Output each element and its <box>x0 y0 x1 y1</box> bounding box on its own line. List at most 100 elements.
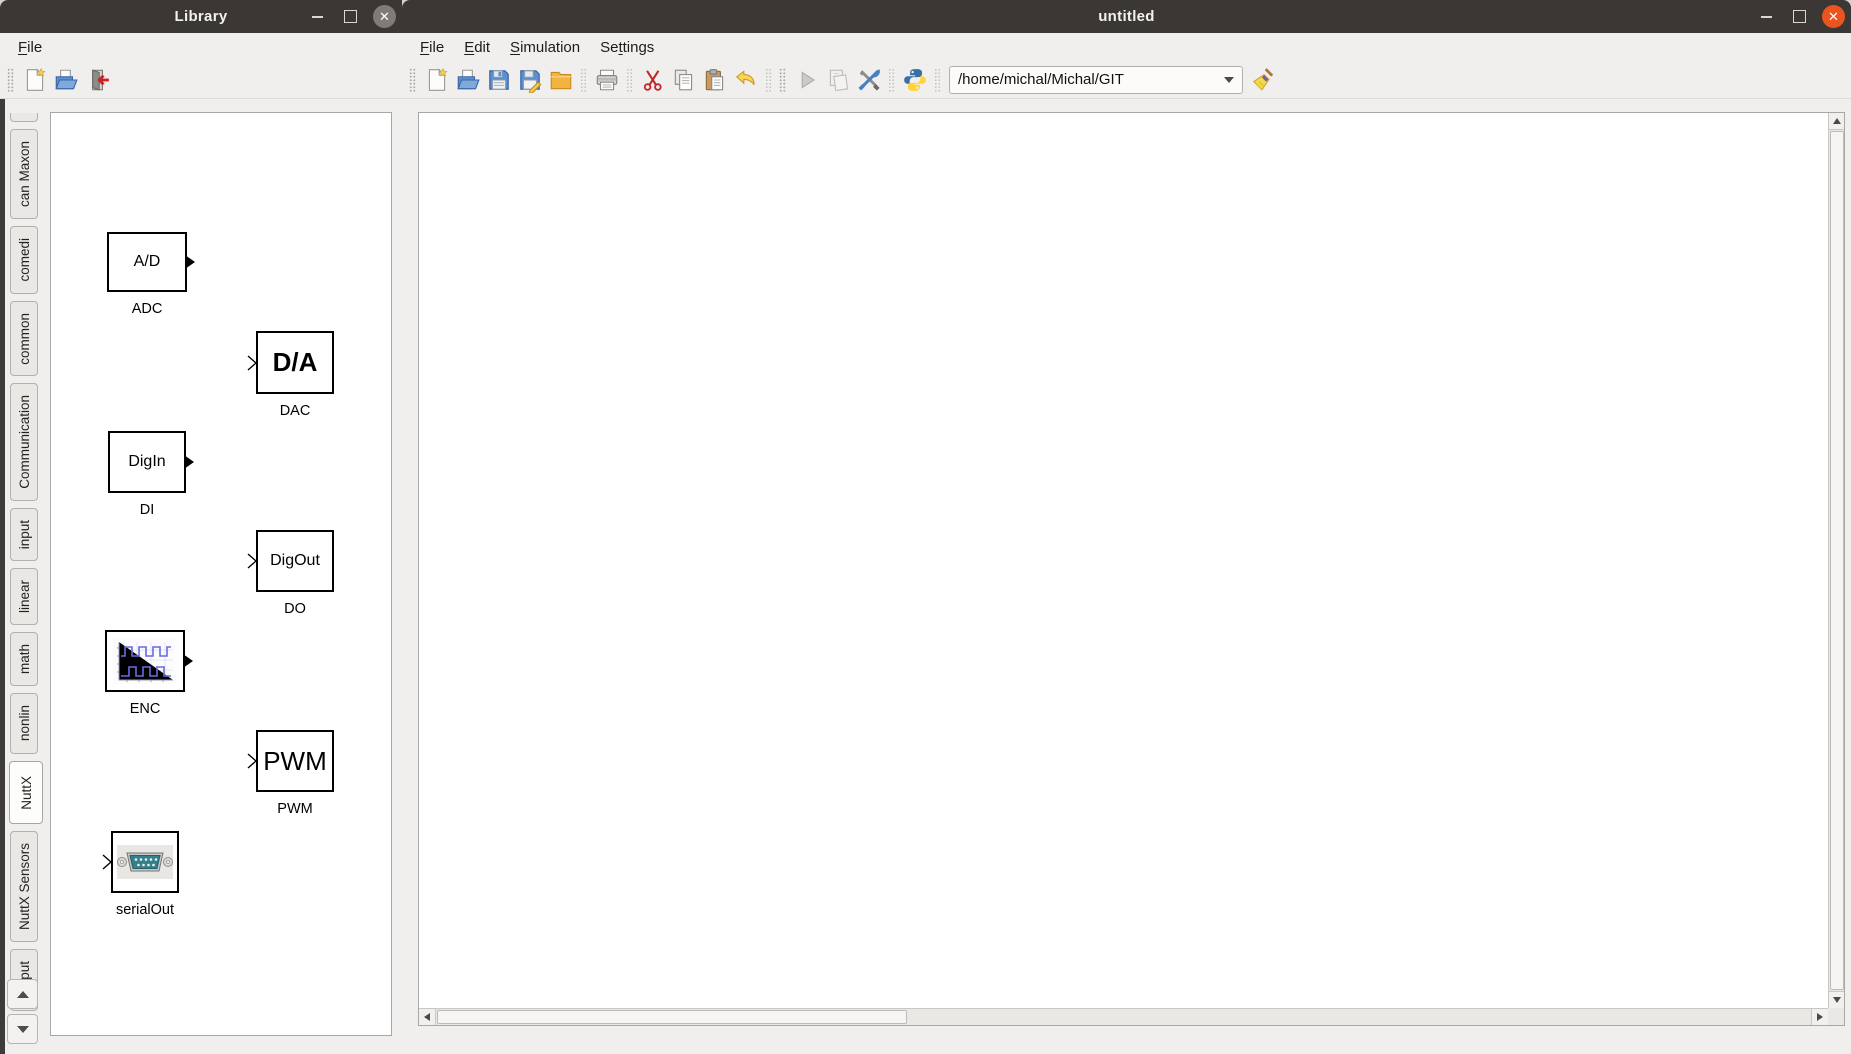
menu-item-simulation[interactable]: Simulation <box>500 36 590 59</box>
tab-clipped-stub <box>10 113 38 122</box>
vertical-scrollbar[interactable] <box>1828 113 1844 1008</box>
tab-can-maxon[interactable]: can Maxon <box>10 129 38 219</box>
db9-connector-icon <box>117 845 173 879</box>
open-folder-blue-icon <box>53 67 79 93</box>
vertical-scroll-thumb[interactable] <box>1830 131 1844 990</box>
block-pwm[interactable]: PWM PWM <box>256 730 334 792</box>
new-file-button[interactable] <box>421 64 452 95</box>
editor-window-title: untitled <box>1098 8 1155 25</box>
tab-linear[interactable]: linear <box>10 568 38 625</box>
floppy-save-as-icon <box>517 67 543 93</box>
python-shell-button[interactable] <box>899 64 930 95</box>
maximize-button[interactable] <box>1789 7 1809 27</box>
block-label: serialOut <box>116 902 174 918</box>
block-rect <box>105 630 185 692</box>
tab-nuttx[interactable]: NuttX <box>9 761 43 825</box>
save-button[interactable] <box>483 64 514 95</box>
block-adc[interactable]: A/D ADC <box>107 232 187 292</box>
tab-scroll-up-button[interactable] <box>7 979 38 1009</box>
tools-button[interactable] <box>853 64 884 95</box>
triangle-down-icon <box>1833 997 1841 1003</box>
block-label: ADC <box>132 301 163 317</box>
block-enc[interactable]: ENC <box>105 630 185 692</box>
working-directory-combobox[interactable]: /home/michal/Michal/GIT <box>949 66 1243 94</box>
menu-item-file[interactable]: File <box>410 36 454 59</box>
tab-math[interactable]: math <box>10 632 38 686</box>
paste-button[interactable] <box>699 64 730 95</box>
library-window-title: Library <box>175 8 228 25</box>
block-rect: D/A <box>256 331 334 394</box>
save-as-button[interactable] <box>514 64 545 95</box>
block-serialout[interactable]: serialOut <box>111 831 179 893</box>
input-port-icon <box>247 753 257 769</box>
menu-item-file[interactable]: File <box>8 36 52 59</box>
new-file-button[interactable] <box>19 64 50 95</box>
undo-button[interactable] <box>730 64 761 95</box>
copy-button[interactable] <box>668 64 699 95</box>
close-button[interactable]: ✕ <box>1822 5 1845 28</box>
chevron-down-icon <box>1224 77 1234 83</box>
exit-door-icon <box>84 67 110 93</box>
open-library-button[interactable] <box>50 64 81 95</box>
tab-nonlin[interactable]: nonlin <box>10 693 38 753</box>
block-rect: PWM <box>256 730 334 792</box>
tab-scroll-down-button[interactable] <box>7 1014 38 1044</box>
close-button[interactable]: ✕ <box>373 5 396 28</box>
diagram-canvas[interactable] <box>419 113 1828 1008</box>
block-digout[interactable]: DigOut DO <box>256 530 334 592</box>
encoder-waveform-icon <box>113 638 177 684</box>
scroll-down-button[interactable] <box>1829 991 1844 1008</box>
library-menubar: File <box>0 33 402 61</box>
block-dac[interactable]: D/A DAC <box>256 331 334 394</box>
printer-icon <box>594 67 620 93</box>
open-button[interactable] <box>452 64 483 95</box>
minimize-button[interactable] <box>1756 7 1776 27</box>
new-file-icon <box>22 67 48 93</box>
run-button[interactable] <box>791 64 822 95</box>
toolbar-drag-handle[interactable] <box>409 68 416 92</box>
scroll-up-button[interactable] <box>1829 113 1844 130</box>
block-label: DAC <box>280 403 311 419</box>
toolbar-drag-handle[interactable] <box>7 68 14 92</box>
quit-button[interactable] <box>81 64 112 95</box>
library-block-canvas[interactable]: A/D ADC D/A DAC DigIn DI <box>50 112 392 1036</box>
open-folder-button[interactable] <box>545 64 576 95</box>
toolbar-separator <box>765 68 772 92</box>
cut-button[interactable] <box>637 64 668 95</box>
input-port-icon <box>102 854 112 870</box>
editor-menubar: File Edit Simulation Settings <box>402 33 1851 61</box>
diagram-scrollarea <box>418 112 1845 1026</box>
menu-item-settings[interactable]: Settings <box>590 36 664 59</box>
scrollbar-corner <box>1828 1008 1844 1025</box>
generate-code-button[interactable] <box>822 64 853 95</box>
editor-window: untitled ✕ File Edit Simulation Settings <box>402 0 1851 1054</box>
open-folder-blue-icon <box>455 67 481 93</box>
minimize-button[interactable] <box>307 7 327 27</box>
horizontal-scroll-thumb[interactable] <box>437 1010 907 1024</box>
clean-button[interactable] <box>1247 64 1278 95</box>
wrench-screwdriver-icon <box>856 67 882 93</box>
tab-communication[interactable]: Communication <box>10 383 38 501</box>
toolbar-drag-handle[interactable] <box>779 68 786 92</box>
block-label: ENC <box>130 701 161 717</box>
maximize-button[interactable] <box>340 7 360 27</box>
tab-comedi[interactable]: comedi <box>10 226 38 294</box>
library-titlebar[interactable]: Library ✕ <box>0 0 402 33</box>
editor-content <box>402 99 1851 1054</box>
input-port-icon <box>247 355 257 371</box>
horizontal-scrollbar[interactable] <box>419 1008 1828 1025</box>
library-category-tabs: can Maxon comedi common Communication in… <box>7 113 44 1011</box>
tab-input[interactable]: input <box>10 508 38 561</box>
block-rect: DigIn <box>108 431 186 493</box>
scroll-right-button[interactable] <box>1811 1009 1828 1025</box>
editor-toolbar: /home/michal/Michal/GIT <box>402 61 1851 99</box>
tab-nuttx-sensors[interactable]: NuttX Sensors <box>10 831 38 942</box>
toolbar-separator <box>934 68 941 92</box>
block-digin[interactable]: DigIn DI <box>108 431 186 493</box>
tab-common[interactable]: common <box>10 301 38 377</box>
menu-item-edit[interactable]: Edit <box>454 36 500 59</box>
clipboard-paste-icon <box>702 67 728 93</box>
editor-titlebar[interactable]: untitled ✕ <box>402 0 1851 33</box>
print-button[interactable] <box>591 64 622 95</box>
scroll-left-button[interactable] <box>419 1009 436 1025</box>
